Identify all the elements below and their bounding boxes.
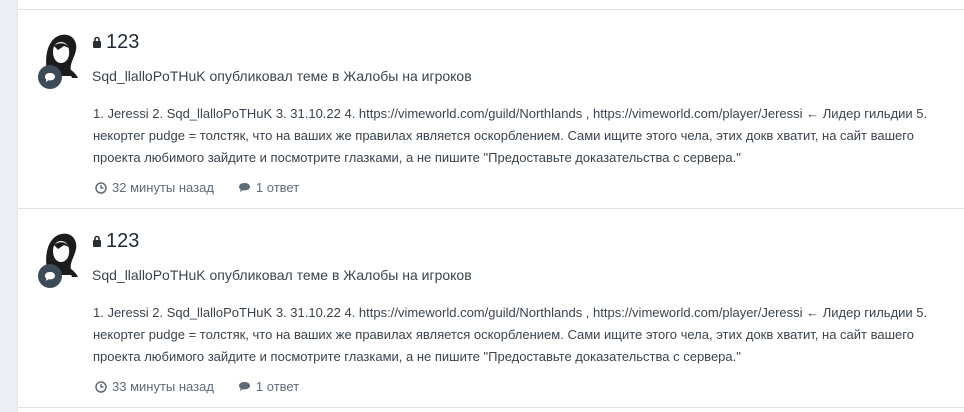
chat-bubble-icon: [38, 65, 62, 89]
timestamp-label: 33 минуты назад: [112, 379, 214, 394]
reply-count[interactable]: 1 ответ: [238, 379, 299, 394]
entry-snippet: 1. Jeressi 2. Sqd_llalloPoTHuK 3. 31.10.…: [93, 106, 928, 165]
timestamp-label: 32 минуты назад: [112, 180, 214, 195]
entry-stats: 32 минуты назад 1 ответ: [95, 180, 323, 195]
comment-icon: [238, 382, 250, 391]
activity-stream: 123 Sqd_llalloPoTHuK опубликовал теме в …: [17, 0, 964, 412]
topic-title[interactable]: 123: [106, 31, 139, 54]
timestamp[interactable]: 32 минуты назад: [95, 180, 214, 195]
list-item: 123 Sqd_llalloPoTHuK опубликовал теме в …: [18, 208, 964, 408]
chat-bubble-icon: [38, 264, 62, 288]
lock-icon: [93, 235, 101, 247]
comment-icon: [238, 183, 250, 192]
reply-count-label: 1 ответ: [255, 379, 300, 394]
entry-stats: 33 минуты назад 1 ответ: [95, 379, 323, 394]
list-item: 123 Sqd_llalloPoTHuK опубликовал теме в …: [18, 9, 964, 209]
entry-meta[interactable]: Sqd_llalloPoTHuK опубликовал теме в Жало…: [92, 68, 472, 84]
entry-meta[interactable]: Sqd_llalloPoTHuK опубликовал теме в Жало…: [92, 267, 472, 283]
topic-title[interactable]: 123: [106, 230, 139, 253]
reply-count-label: 1 ответ: [255, 180, 300, 195]
topic-title-row: 123: [92, 229, 139, 253]
lock-icon: [93, 36, 101, 48]
topic-title-row: 123: [92, 30, 139, 54]
reply-count[interactable]: 1 ответ: [238, 180, 299, 195]
entry-snippet: 1. Jeressi 2. Sqd_llalloPoTHuK 3. 31.10.…: [93, 305, 928, 364]
clock-icon: [95, 181, 107, 194]
clock-icon: [95, 380, 107, 393]
timestamp[interactable]: 33 минуты назад: [95, 379, 214, 394]
